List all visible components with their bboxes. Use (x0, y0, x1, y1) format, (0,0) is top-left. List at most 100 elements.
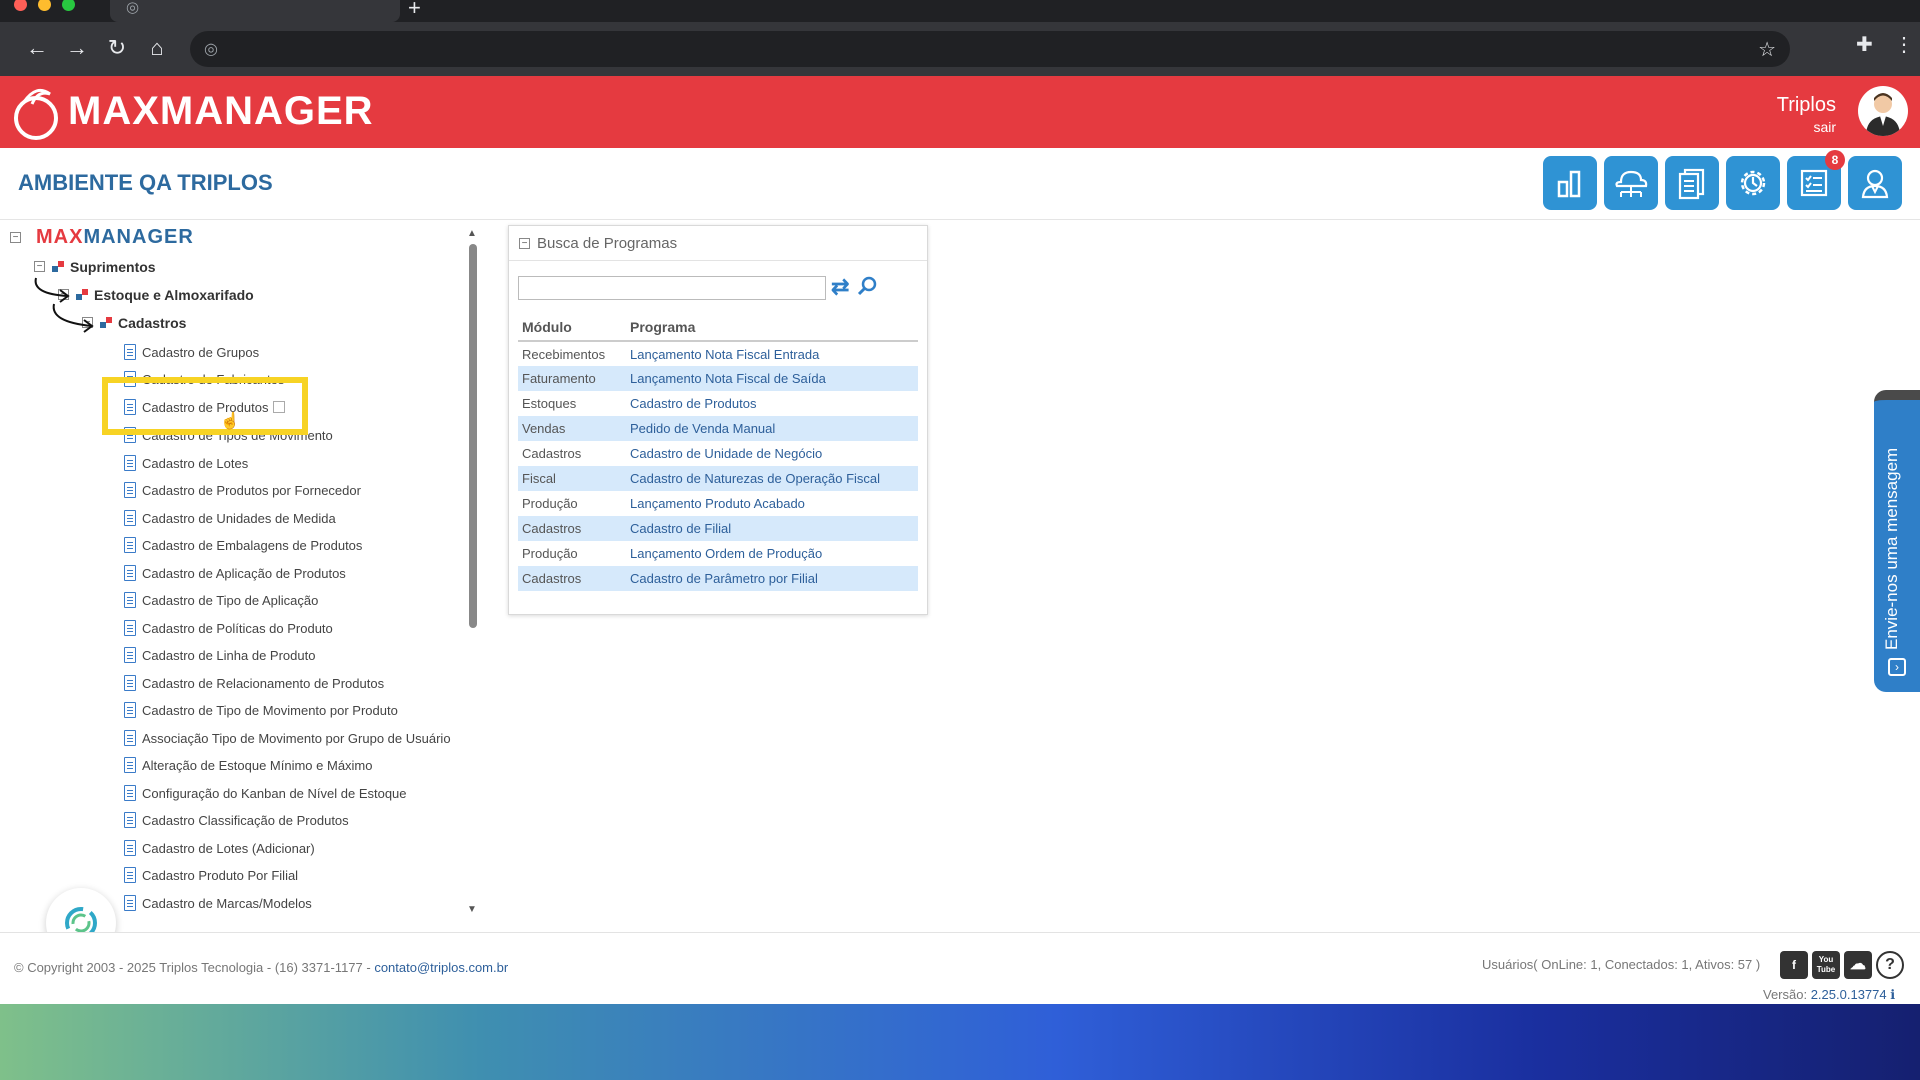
table-row[interactable]: Cadastros Cadastro de Parâmetro por Filia… (518, 566, 918, 591)
tree-leaf[interactable]: Associação Tipo de Movimento por Grupo d… (124, 729, 451, 749)
tree-leaf[interactable]: Cadastro de Grupos (124, 343, 259, 363)
table-row[interactable]: Fiscal Cadastro de Naturezas de Operação … (518, 466, 918, 491)
maximize-window-button[interactable] (62, 0, 75, 11)
tree-leaf[interactable]: Cadastro de Produtos por Fornecedor (124, 481, 361, 501)
avatar[interactable] (1858, 86, 1908, 136)
collapse-toggle[interactable]: − (34, 261, 45, 272)
tree-leaf[interactable]: Cadastro de Tipo de Aplicação (124, 591, 318, 611)
program-link[interactable]: Cadastro de Parâmetro por Filial (626, 566, 918, 591)
settings-button[interactable] (1726, 156, 1780, 210)
tree-leaf[interactable]: Configuração do Kanban de Nível de Estoq… (124, 784, 407, 804)
support-button[interactable] (1848, 156, 1902, 210)
tree-leaf[interactable]: Cadastro de Embalagens de Produtos (124, 536, 362, 556)
table-row[interactable]: Produção Lançamento Ordem de Produção (518, 541, 918, 566)
new-tab-button[interactable]: + (408, 0, 421, 19)
table-row[interactable]: Recebimentos Lançamento Nota Fiscal Entra… (518, 341, 918, 366)
help-icon[interactable]: ? (1876, 951, 1904, 979)
program-link[interactable]: Cadastro de Filial (626, 516, 918, 541)
tree-node-cadastros[interactable]: Cadastros (100, 315, 186, 331)
globe-icon: ◎ (126, 0, 140, 16)
page-title: AMBIENTE QA TRIPLOS (18, 170, 273, 195)
site-info-icon[interactable]: ◎ (204, 39, 218, 59)
column-header-program: Programa (626, 314, 918, 342)
cloud-icon[interactable]: ☁ (1844, 951, 1872, 979)
close-window-button[interactable] (14, 0, 27, 11)
search-input[interactable] (518, 276, 826, 300)
feedback-label: Envie-nos uma mensagem (1882, 447, 1901, 650)
maxmanager-logo-icon (14, 88, 58, 140)
api-button[interactable] (1604, 156, 1658, 210)
document-icon (124, 895, 136, 911)
table-row[interactable]: Faturamento Lançamento Nota Fiscal de Saí… (518, 366, 918, 391)
document-icon (124, 537, 136, 553)
environment-bar: AMBIENTE QA TRIPLOS 8 (0, 148, 1920, 220)
browser-tab[interactable]: ◎ (110, 0, 400, 22)
reports-button[interactable] (1543, 156, 1597, 210)
document-icon (124, 702, 136, 718)
table-row[interactable]: Cadastros Cadastro de Filial (518, 516, 918, 541)
tree-leaf[interactable]: Cadastro de Relacionamento de Produtos (124, 674, 384, 694)
collapse-toggle[interactable]: − (10, 232, 21, 243)
tree-leaf[interactable]: Cadastro de Tipo de Movimento por Produt… (124, 701, 398, 721)
program-link[interactable]: Lançamento Ordem de Produção (626, 541, 918, 566)
feedback-tab[interactable]: Envie-nos uma mensagem › (1874, 390, 1920, 692)
scroll-up-arrow-icon[interactable]: ▲ (467, 228, 477, 239)
tree-leaf[interactable]: Cadastro Classificação de Produtos (124, 811, 349, 831)
table-row[interactable]: Cadastros Cadastro de Unidade de Negócio (518, 441, 918, 466)
annotation-arrows (34, 277, 94, 333)
program-link[interactable]: Lançamento Produto Acabado (626, 491, 918, 516)
module-icon (52, 261, 66, 273)
youtube-icon[interactable]: You Tube (1812, 951, 1840, 979)
contact-email-link[interactable]: contato@triplos.com.br (374, 960, 508, 975)
scroll-down-arrow-icon[interactable]: ▼ (467, 904, 477, 915)
program-link[interactable]: Lançamento Nota Fiscal Entrada (626, 341, 918, 366)
browser-menu-icon[interactable]: ⋮ (1894, 32, 1914, 57)
search-icon[interactable] (855, 274, 879, 298)
program-link[interactable]: Cadastro de Unidade de Negócio (626, 441, 918, 466)
app-header: MAXMANAGER Triplos sair (0, 76, 1920, 148)
results-table: Módulo Programa Recebimentos Lançamento N… (518, 314, 918, 591)
forward-arrow-icon[interactable]: → (62, 32, 92, 64)
logout-link[interactable]: sair (1813, 119, 1836, 135)
tasks-button[interactable]: 8 (1787, 150, 1845, 210)
tree-leaf[interactable]: Cadastro de Lotes (124, 454, 248, 474)
minimize-window-button[interactable] (38, 0, 51, 11)
tree-leaf[interactable]: Cadastro de Unidades de Medida (124, 509, 336, 529)
tree-leaf[interactable]: Cadastro de Aplicação de Produtos (124, 564, 346, 584)
program-search-panel: − Busca de Programas ⇄ Módulo Programa R… (508, 225, 928, 615)
table-row[interactable]: Estoques Cadastro de Produtos (518, 391, 918, 416)
address-bar[interactable]: ◎ ☆ (190, 31, 1790, 67)
tree-leaf[interactable]: Alteração de Estoque Mínimo e Máximo (124, 756, 373, 776)
documents-button[interactable] (1665, 156, 1719, 210)
tree-root[interactable]: MAXMANAGER (36, 226, 194, 249)
refresh-icon[interactable]: ⇄ (831, 274, 849, 300)
program-link[interactable]: Cadastro de Naturezas de Operação Fiscal (626, 466, 918, 491)
back-arrow-icon[interactable]: ← (22, 32, 52, 64)
tree-leaf[interactable]: Cadastro de Políticas do Produto (124, 619, 333, 639)
document-icon (124, 812, 136, 828)
footer: © Copyright 2003 - 2025 Triplos Tecnolog… (0, 932, 1920, 1004)
tree-leaf[interactable]: Cadastro de Marcas/Modelos (124, 894, 312, 914)
table-row[interactable]: Vendas Pedido de Venda Manual (518, 416, 918, 441)
program-link[interactable]: Pedido de Venda Manual (626, 416, 918, 441)
tree-leaf[interactable]: Cadastro de Lotes (Adicionar) (124, 839, 315, 859)
copyright-text: © Copyright 2003 - 2025 Triplos Tecnolog… (14, 960, 509, 975)
facebook-icon[interactable]: f (1780, 951, 1808, 979)
notification-badge: 8 (1825, 150, 1845, 170)
extensions-puzzle-icon[interactable]: ✚ (1856, 32, 1873, 57)
tree-leaf[interactable]: Cadastro Produto Por Filial (124, 866, 298, 886)
tree-scrollbar-thumb[interactable] (469, 244, 477, 628)
chevron-right-icon: › (1888, 658, 1906, 676)
tree-leaf[interactable]: Cadastro de Linha de Produto (124, 646, 315, 666)
program-link[interactable]: Cadastro de Produtos (626, 391, 918, 416)
table-row[interactable]: Produção Lançamento Produto Acabado (518, 491, 918, 516)
user-name: Triplos (1776, 94, 1836, 116)
home-icon[interactable]: ⌂ (142, 32, 172, 64)
bookmark-star-icon[interactable]: ☆ (1758, 37, 1776, 62)
collapse-toggle[interactable]: − (519, 238, 530, 249)
program-link[interactable]: Lançamento Nota Fiscal de Saída (626, 366, 918, 391)
document-icon (124, 344, 136, 360)
users-status: Usuários( OnLine: 1, Conectados: 1, Ativ… (1482, 957, 1761, 972)
reload-icon[interactable]: ↻ (102, 32, 132, 64)
tree-node-suprimentos[interactable]: Suprimentos (52, 259, 156, 275)
